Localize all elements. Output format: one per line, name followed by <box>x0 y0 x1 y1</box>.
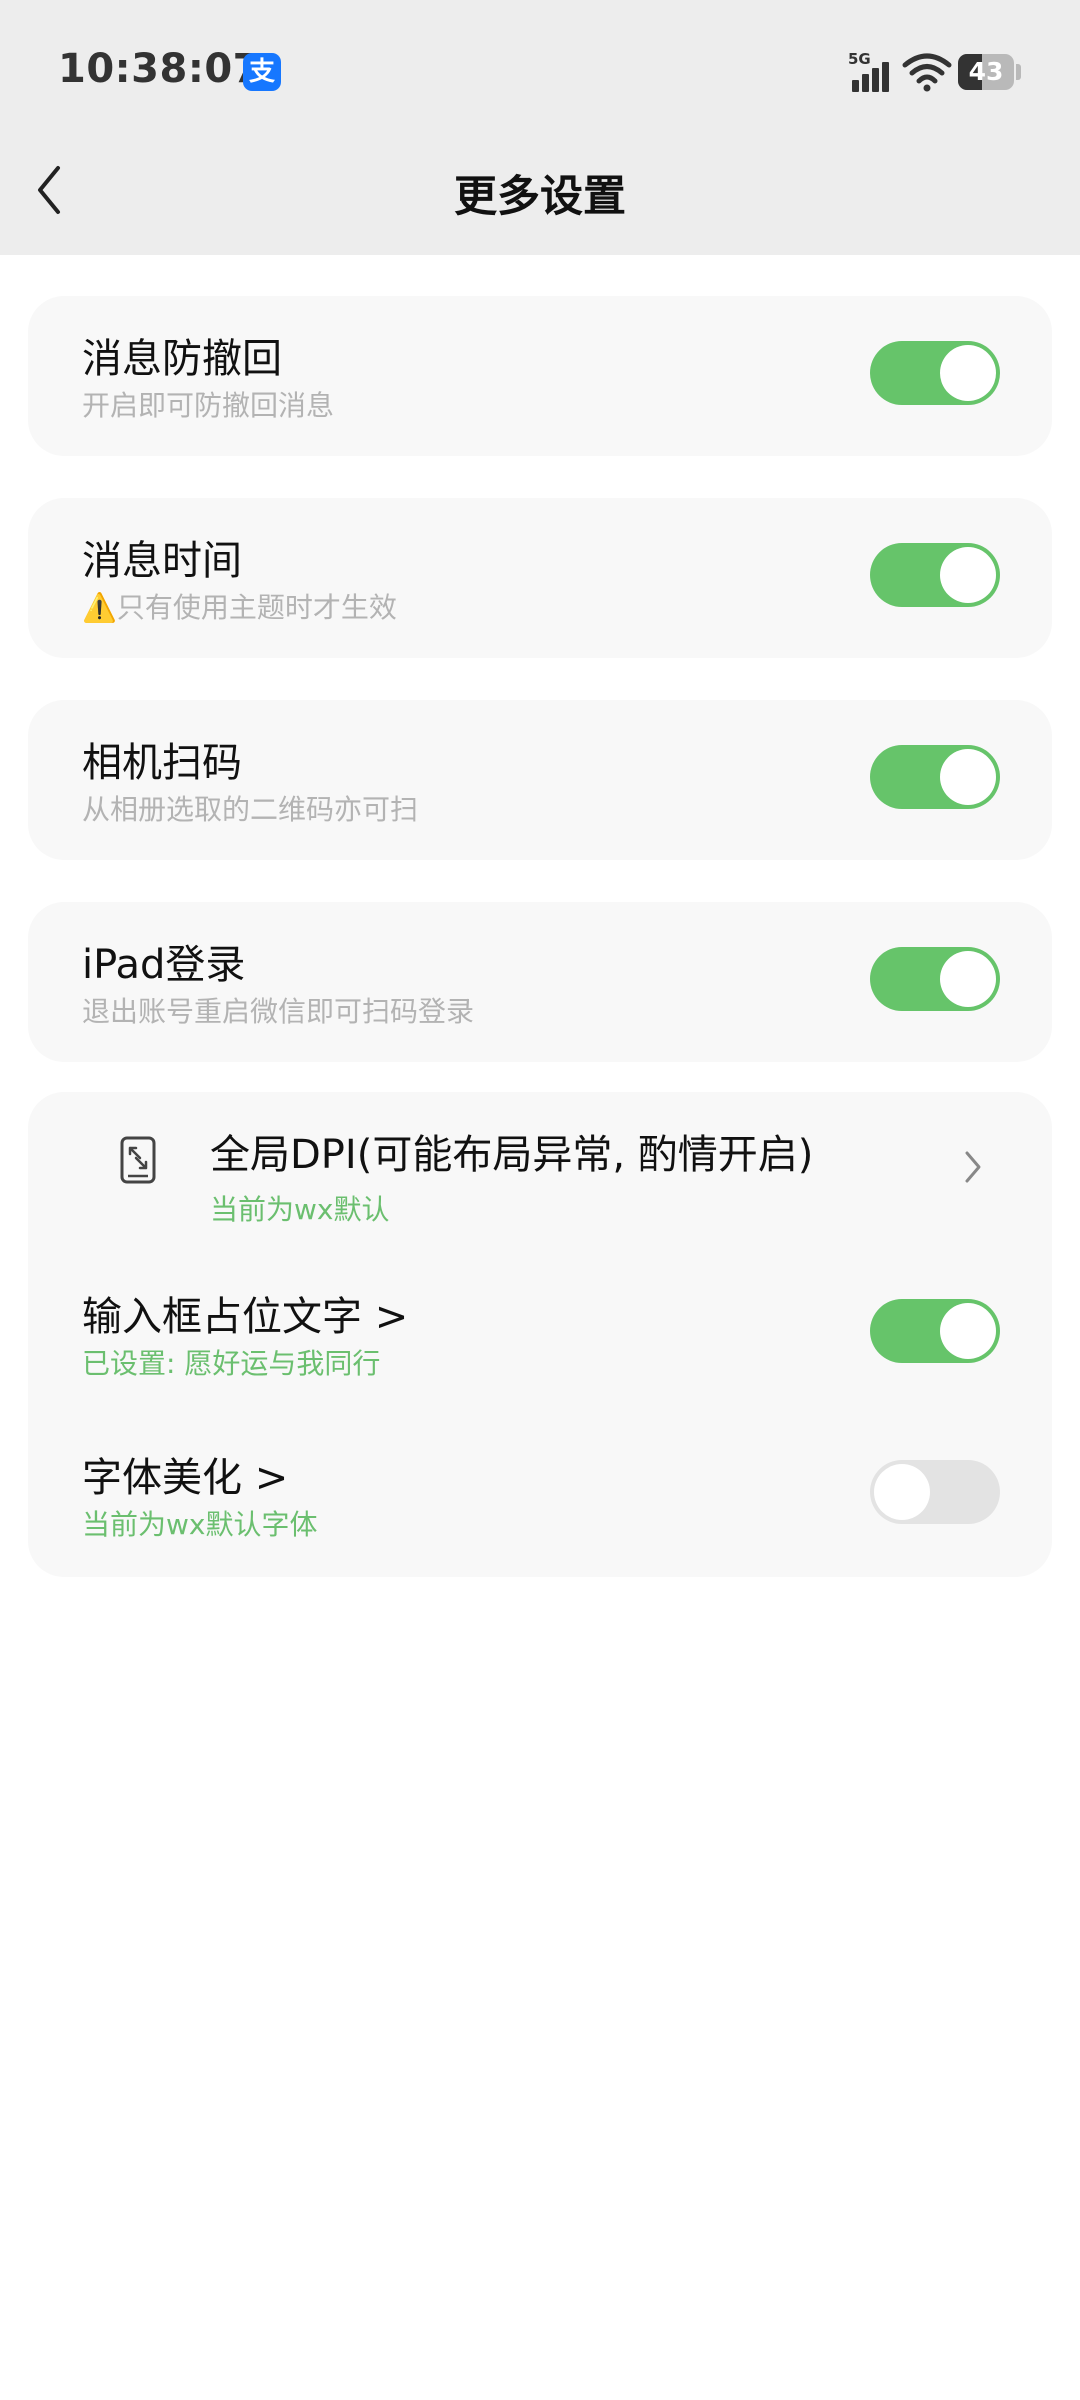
setting-subtitle: 当前为wx默认 <box>210 1193 390 1226</box>
setting-card-anti-recall: 消息防撤回 开启即可防撤回消息 <box>28 296 1052 456</box>
setting-subtitle: ⚠️只有使用主题时才生效 <box>82 591 397 624</box>
status-bar: 10:38:07 支 5G 43 <box>0 0 1080 140</box>
status-time: 10:38:07 <box>58 46 261 92</box>
setting-card-ipad-login: iPad登录 退出账号重启微信即可扫码登录 <box>28 902 1052 1062</box>
battery-tip <box>1016 64 1021 80</box>
placeholder-text-row[interactable]: 输入框占位文字 > 已设置: 愿好运与我同行 <box>28 1254 1052 1414</box>
setting-title: iPad登录 <box>82 942 246 988</box>
toggle-knob <box>940 951 996 1007</box>
anti-recall-toggle[interactable] <box>870 341 1000 405</box>
message-time-toggle[interactable] <box>870 543 1000 607</box>
page-title: 更多设置 <box>454 172 626 222</box>
setting-subtitle: 已设置: 愿好运与我同行 <box>82 1347 381 1380</box>
battery-level: 43 <box>968 57 1004 86</box>
setting-subtitle: 退出账号重启微信即可扫码登录 <box>82 995 475 1028</box>
chevron-right-icon <box>965 1151 981 1183</box>
placeholder-text-toggle[interactable] <box>870 1299 1000 1363</box>
setting-subtitle: 开启即可防撤回消息 <box>82 389 335 422</box>
setting-card-camera-scan: 相机扫码 从相册选取的二维码亦可扫 <box>28 700 1052 860</box>
font-beautify-row[interactable]: 字体美化 > 当前为wx默认字体 <box>28 1415 1052 1575</box>
battery-icon: 43 <box>958 54 1014 90</box>
toggle-knob <box>940 345 996 401</box>
resize-icon <box>120 1136 156 1184</box>
setting-title: 字体美化 > <box>82 1455 289 1501</box>
top-bar: 10:38:07 支 5G 43 更多设置 <box>0 0 1080 255</box>
toggle-knob <box>874 1464 930 1520</box>
setting-subtitle: 当前为wx默认字体 <box>82 1508 318 1541</box>
setting-title: 输入框占位文字 > <box>82 1294 409 1340</box>
setting-title: 相机扫码 <box>82 740 242 786</box>
setting-title: 消息时间 <box>82 538 242 584</box>
font-beautify-toggle[interactable] <box>870 1460 1000 1524</box>
setting-subtitle: 从相册选取的二维码亦可扫 <box>82 793 419 826</box>
ipad-login-toggle[interactable] <box>870 947 1000 1011</box>
global-dpi-row[interactable]: 全局DPI(可能布局异常, 酌情开启) 当前为wx默认 <box>28 1092 1052 1252</box>
setting-title: 全局DPI(可能布局异常, 酌情开启) <box>210 1132 814 1178</box>
alipay-icon: 支 <box>243 53 281 91</box>
wifi-icon <box>902 53 952 92</box>
setting-card-message-time: 消息时间 ⚠️只有使用主题时才生效 <box>28 498 1052 658</box>
settings-group-card: 全局DPI(可能布局异常, 酌情开启) 当前为wx默认 输入框占位文字 > 已设… <box>28 1092 1052 1577</box>
setting-title: 消息防撤回 <box>82 336 282 382</box>
toggle-knob <box>940 1303 996 1359</box>
toggle-knob <box>940 749 996 805</box>
toggle-knob <box>940 547 996 603</box>
network-type: 5G <box>848 50 871 68</box>
camera-scan-toggle[interactable] <box>870 745 1000 809</box>
signal-5g-icon: 5G <box>848 50 894 92</box>
